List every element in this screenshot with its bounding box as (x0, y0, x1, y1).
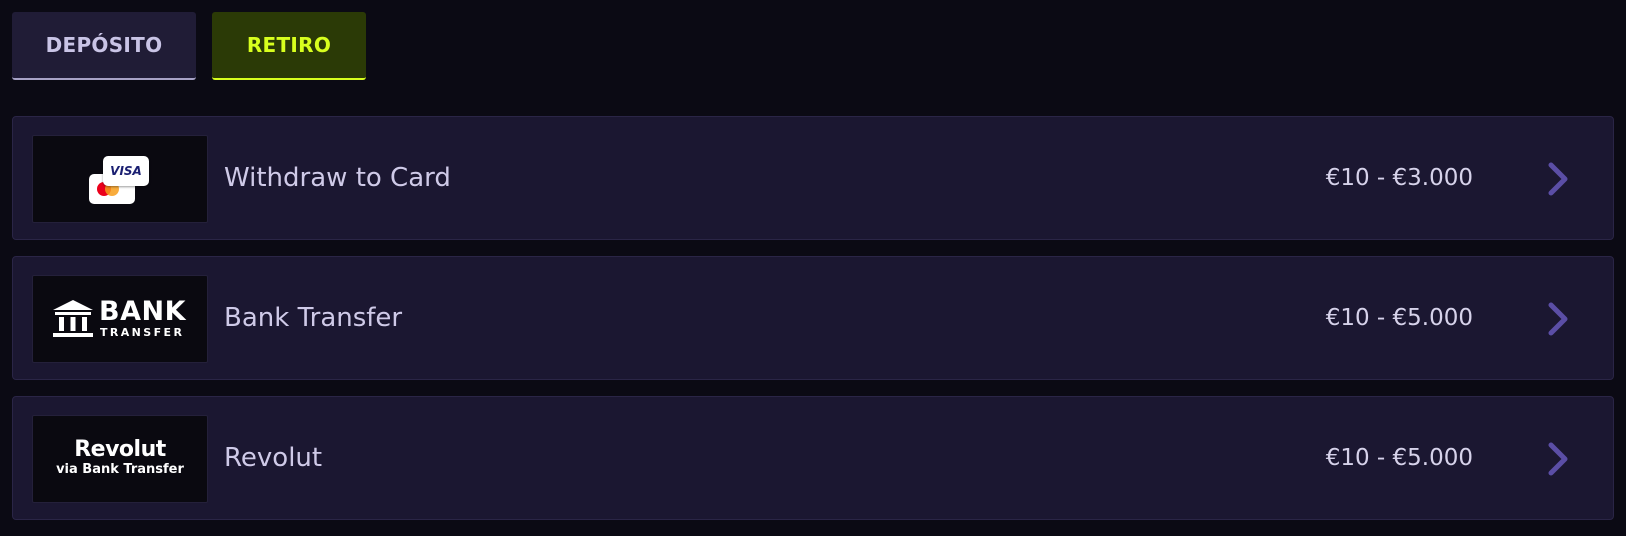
payment-tabs: DEPÓSITO RETIRO (12, 12, 366, 80)
card-logo: VISA (32, 135, 208, 223)
bank-logo-subtitle: TRANSFER (100, 326, 185, 339)
chevron-right-icon[interactable] (1539, 441, 1575, 477)
bank-building-icon (53, 300, 93, 337)
bank-logo-title: BANK (99, 296, 186, 327)
visa-icon: VISA (103, 156, 149, 186)
method-limits: €10 - €5.000 (1325, 305, 1473, 331)
method-name: Withdraw to Card (224, 163, 451, 193)
method-limits: €10 - €3.000 (1325, 165, 1473, 191)
chevron-right-icon[interactable] (1539, 301, 1575, 337)
method-name: Bank Transfer (224, 303, 403, 333)
method-limits: €10 - €5.000 (1325, 445, 1473, 471)
method-row-revolut[interactable]: Revolut via Bank Transfer Revolut €10 - … (12, 396, 1614, 520)
method-row-card[interactable]: VISA Withdraw to Card €10 - €3.000 (12, 116, 1614, 240)
chevron-right-icon[interactable] (1539, 161, 1575, 197)
method-name: Revolut (224, 443, 323, 473)
method-row-bank-transfer[interactable]: BANK TRANSFER Bank Transfer €10 - €5.000 (12, 256, 1614, 380)
bank-transfer-logo: BANK TRANSFER (32, 275, 208, 363)
withdraw-methods-list: VISA Withdraw to Card €10 - €3.000 BANK … (12, 116, 1614, 536)
tab-withdraw[interactable]: RETIRO (212, 12, 366, 80)
revolut-logo-subtitle: via Bank Transfer (56, 462, 184, 477)
tab-deposit[interactable]: DEPÓSITO (12, 12, 196, 80)
revolut-logo-title: Revolut (74, 437, 166, 462)
revolut-logo: Revolut via Bank Transfer (32, 415, 208, 503)
